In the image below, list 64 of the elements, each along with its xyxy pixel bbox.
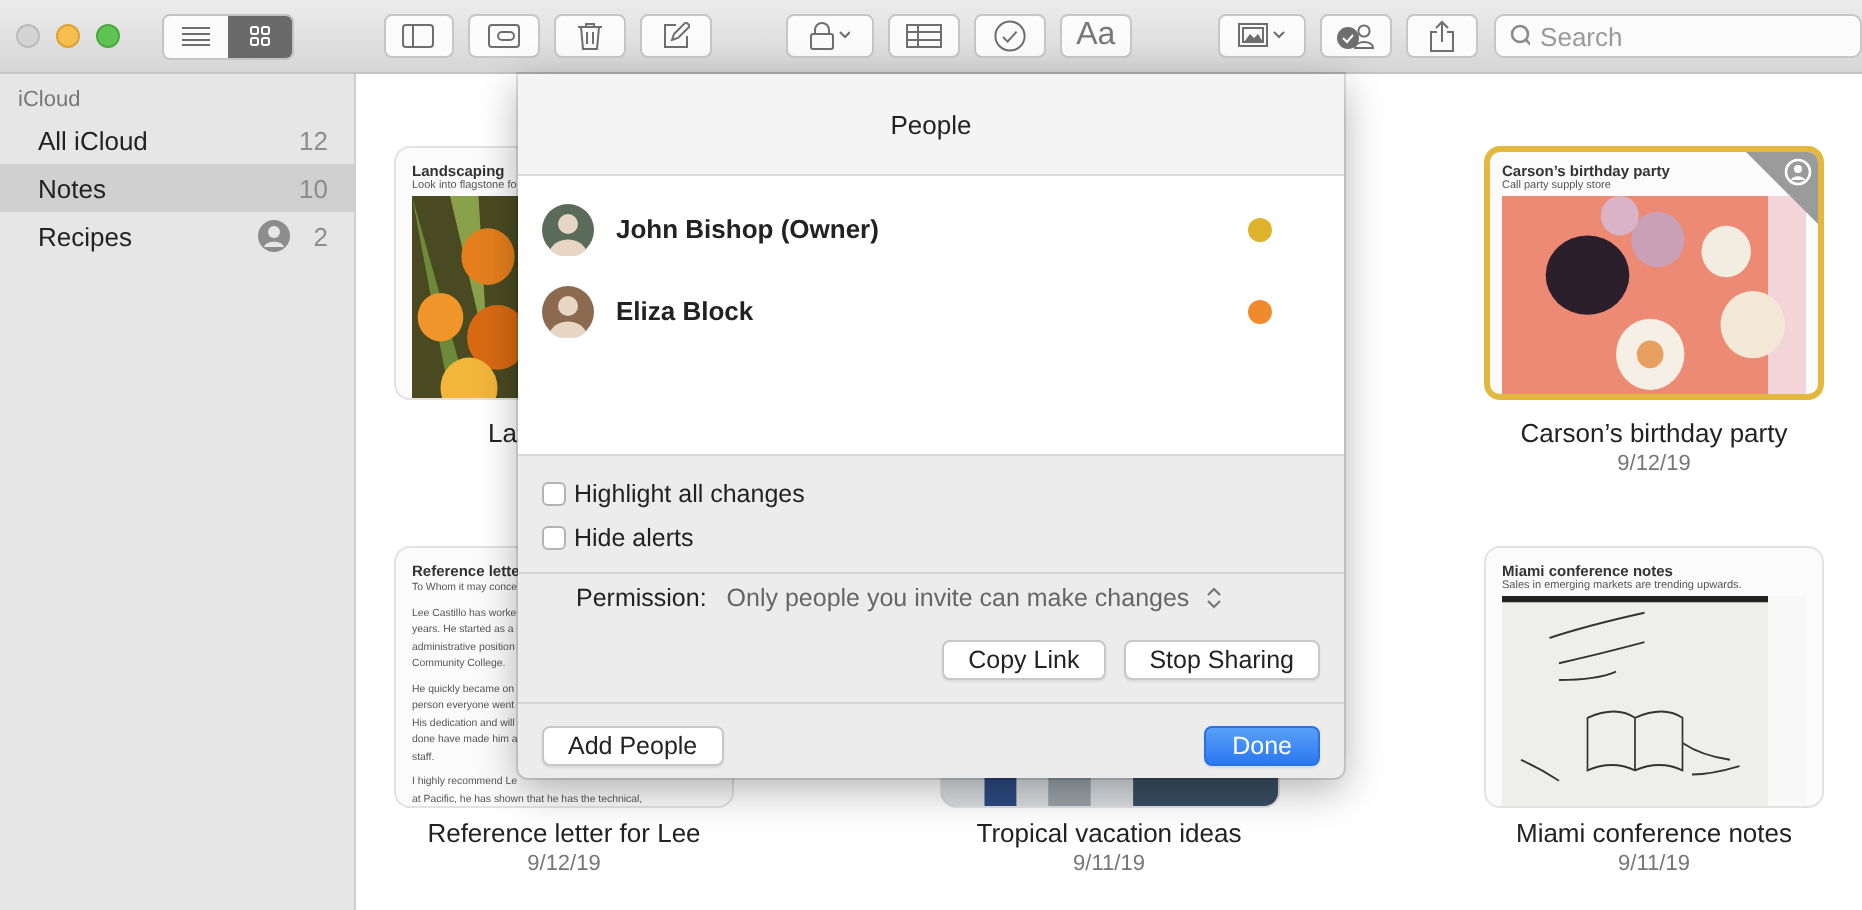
note-date: 9/12/19 xyxy=(527,850,601,878)
folder-name: Notes xyxy=(38,173,108,203)
list-icon xyxy=(179,26,212,46)
people-icon xyxy=(1334,22,1379,50)
table-button[interactable] xyxy=(888,14,961,58)
note-name: Miami conference notes xyxy=(1515,818,1792,850)
list-view-button[interactable] xyxy=(164,15,228,57)
search-icon xyxy=(1510,24,1531,48)
section-header: iCloud xyxy=(16,86,83,116)
note-name: Tropical vacation ideas xyxy=(976,818,1242,850)
checkbox[interactable] xyxy=(542,526,566,550)
participant-name: Eliza Block xyxy=(616,296,756,326)
participant-name: John Bishop (Owner) xyxy=(616,214,881,244)
grid-icon xyxy=(249,26,270,46)
attachments-button[interactable] xyxy=(468,14,541,58)
avatar-icon xyxy=(542,203,594,255)
folder-name: Recipes xyxy=(38,221,134,251)
note-name: La xyxy=(486,418,517,450)
sidebar-icon xyxy=(402,24,435,48)
note-date: 9/11/19 xyxy=(1618,850,1690,878)
note-date: 9/11/19 xyxy=(1073,850,1145,878)
copy-link-button[interactable]: Copy Link xyxy=(942,640,1106,680)
trash-icon xyxy=(578,22,603,50)
search-input[interactable]: Search xyxy=(1540,18,1861,54)
updown-icon xyxy=(1205,586,1222,610)
search-field[interactable]: Search xyxy=(1494,14,1862,58)
share-button[interactable] xyxy=(1406,14,1479,58)
note-name: Reference letter for Lee xyxy=(427,818,701,850)
sidebar-item[interactable]: All iCloud 12 xyxy=(0,116,354,164)
popover-title: People xyxy=(890,109,972,139)
option-label: Highlight all changes xyxy=(574,480,805,508)
note-count: 10 xyxy=(299,173,328,203)
table-icon xyxy=(906,24,943,48)
paperclip-icon xyxy=(488,24,521,48)
participant-row[interactable]: Eliza Block xyxy=(518,270,1344,352)
participant-row[interactable]: John Bishop (Owner) xyxy=(518,188,1344,270)
lock-icon xyxy=(810,22,851,50)
folder-name: All iCloud xyxy=(38,125,150,155)
lock-button[interactable] xyxy=(785,14,875,58)
sidebar-button[interactable] xyxy=(383,14,455,58)
sidebar-item[interactable]: Notes 10 xyxy=(0,164,354,212)
photo-icon xyxy=(1238,22,1287,50)
note-date: 9/12/19 xyxy=(1617,450,1691,478)
note-name: Carson’s birthday party xyxy=(1520,418,1788,450)
share-icon xyxy=(1430,20,1455,52)
media-button[interactable] xyxy=(1217,14,1307,58)
delete-button[interactable] xyxy=(554,14,626,58)
add-people-button[interactable]: Add People xyxy=(542,726,724,766)
permission-popup[interactable]: Only people you invite can make changes xyxy=(726,584,1222,612)
format-button[interactable]: Aa xyxy=(1059,14,1132,58)
permission-label: Permission: xyxy=(576,584,707,612)
option-label: Hide alerts xyxy=(574,524,694,552)
gallery-view-button[interactable] xyxy=(227,15,292,57)
checkmark-circle-icon xyxy=(994,20,1027,52)
checklist-button[interactable] xyxy=(974,14,1046,58)
stop-sharing-button[interactable]: Stop Sharing xyxy=(1123,640,1320,680)
compose-icon xyxy=(661,22,690,50)
note-count: 12 xyxy=(299,125,328,155)
avatar-icon xyxy=(542,285,594,337)
checkbox[interactable] xyxy=(542,482,566,506)
note-count: 2 xyxy=(313,221,328,251)
collaborate-button[interactable] xyxy=(1320,14,1393,58)
compose-button[interactable] xyxy=(639,14,712,58)
sidebar-item[interactable]: Recipes 2 xyxy=(0,212,354,260)
